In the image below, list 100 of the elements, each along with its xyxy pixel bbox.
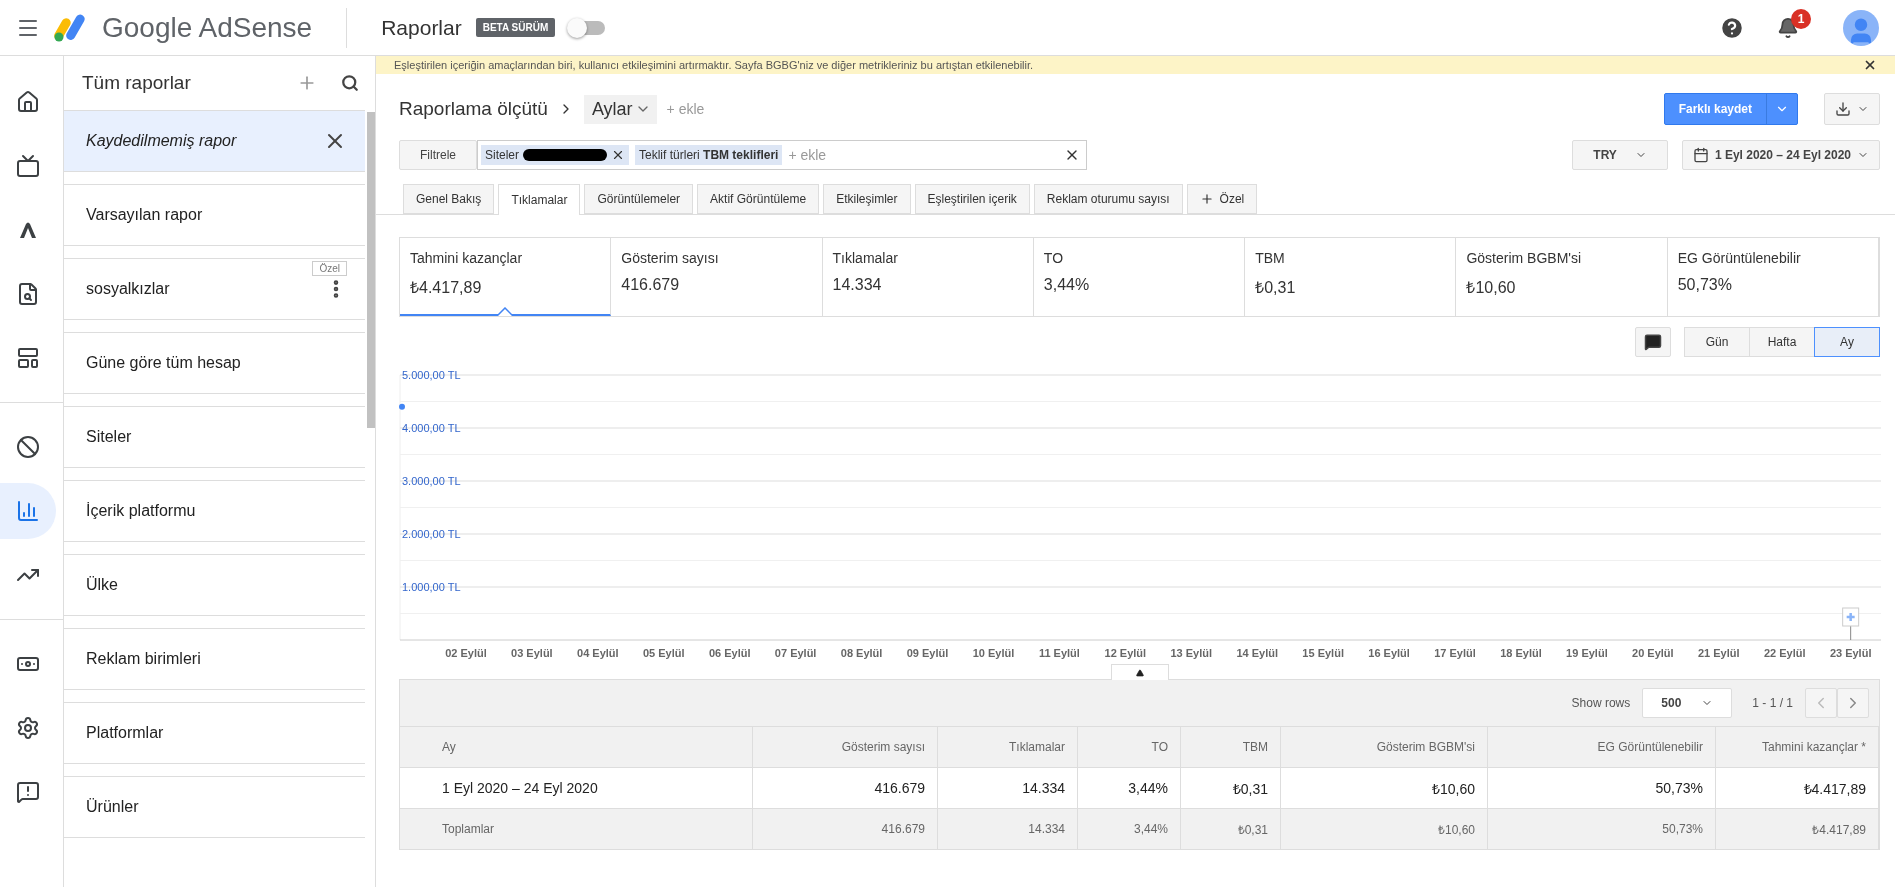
report-list-item[interactable]: Reklam birimleri [64,628,365,690]
report-tab[interactable]: Aktif Görüntüleme [697,184,820,214]
metric-value: 3,44% [1043,276,1091,294]
logo-icon [54,12,88,43]
metric-card[interactable]: TO 3,44% [1033,238,1246,316]
x-axis-label: 16 Eylül [1368,647,1410,659]
sidebar-title: Tüm raporlar [82,72,192,94]
download-icon [1835,101,1851,117]
x-axis-label: 18 Eylül [1500,647,1542,659]
x-axis-label: 09 Eylül [906,647,949,659]
granularity-button[interactable]: Gün [1684,327,1750,357]
metric-value: 50,73% [1677,276,1733,294]
report-tab[interactable]: Tıklamalar [498,184,581,215]
report-by-label: Raporlama ölçütü [399,98,548,120]
x-axis-label: 11 Eylül [1038,647,1080,659]
x-axis-label: 10 Eylül [972,647,1015,659]
screen-icon [16,154,40,178]
block-icon [16,435,40,459]
metric-value: ₺4.417,89 [410,278,483,298]
report-tab[interactable]: Reklam oturumu sayısı [1033,184,1183,214]
metric-label: TBM [1255,250,1286,266]
report-name: Siteler [86,428,133,446]
table-cell: 3,44% [1078,809,1181,849]
metric-label: Gösterim BGBM'si [1466,250,1583,266]
report-list-item[interactable]: Kaydedilmemiş rapor [64,110,365,172]
custom-tag: Özel [312,261,347,276]
metric-card[interactable]: TBM ₺0,31 [1245,238,1457,316]
table-cell: 14.334 [938,809,1078,849]
layout-icon [16,346,40,370]
close-icon[interactable] [1863,58,1877,72]
report-list-item[interactable]: Ülke [64,554,365,616]
filter-button[interactable]: Filtrele [399,140,477,170]
notifications-icon[interactable] [1777,16,1799,39]
metric-card[interactable]: EG Görüntülenebilir 50,73% [1667,238,1879,316]
report-list-item[interactable]: Varsayılan rapor [64,184,365,246]
pointer-icon [497,307,514,316]
nav-item[interactable] [0,483,56,539]
metric-card[interactable]: Gösterim BGBM'si ₺10,60 [1456,238,1668,316]
report-name: İçerik platformu [86,502,197,520]
x-axis-label: 19 Eylül [1566,647,1608,659]
x-axis-label: 17 Eylül [1434,647,1476,659]
x-axis-label: 04 Eylül [577,647,619,659]
filter-chip[interactable]: Siteler [481,145,630,165]
report-list-item[interactable]: sosyalkızlar Özel [64,258,365,320]
report-tab[interactable]: Özel [1186,184,1258,214]
x-axis-label: 15 Eylül [1302,647,1344,659]
y-axis-label: 2.000,00 TL [402,528,461,540]
metric-value: 14.334 [832,276,883,294]
report-list-item[interactable]: Güne göre tüm hesap [64,332,365,394]
beta-toggle[interactable] [569,20,606,35]
x-axis-label: 20 Eylül [1632,647,1674,659]
report-tab[interactable]: Görüntülemeler [584,184,694,214]
notification-count: 1 [1791,8,1811,29]
table-cell: ₺4.417,89 [1716,809,1879,849]
page-title: Raporlar [381,15,462,40]
x-axis-label: 13 Eylül [1170,647,1213,659]
report-name: Varsayılan rapor [86,206,204,224]
granularity-button[interactable]: Ay [1814,327,1880,357]
y-axis-label: 4.000,00 TL [402,422,461,434]
collapse-button[interactable] [1110,664,1169,680]
home-icon [16,90,40,114]
dimension-dropdown[interactable]: Aylar [583,94,657,124]
x-axis-label: 06 Eylül [708,647,751,659]
metric-card[interactable]: Tıklamalar 14.334 [822,238,1034,316]
table-cell: ₺0,31 [1181,809,1281,849]
x-axis-label: 05 Eylül [642,647,685,659]
metric-value: ₺0,31 [1255,278,1297,298]
date-range-dropdown[interactable]: 1 Eyl 2020 – 24 Eyl 2020 [1681,140,1880,170]
metric-card[interactable]: Tahmini kazançlar ₺4.417,89 [400,238,612,316]
report-list-item[interactable]: Platformlar [64,702,365,764]
product-name: Google AdSense [102,11,313,44]
scrollbar[interactable] [367,112,375,428]
currency-dropdown[interactable]: TRY [1572,140,1668,170]
report-list-item[interactable]: Siteler [64,406,365,468]
comment-button[interactable] [1635,327,1671,357]
x-axis-label: 08 Eylül [840,647,883,659]
x-axis-label: 22 Eylül [1763,647,1806,659]
metric-label: Gösterim sayısı [621,250,720,266]
report-name: sosyalkızlar [86,280,171,298]
annotation-marker-icon[interactable] [1842,607,1860,641]
comment-icon [1644,333,1662,351]
metric-label: EG Görüntülenebilir [1677,250,1802,266]
report-list-item[interactable]: Ürünler [64,776,365,838]
rows-per-page-dropdown[interactable]: 500 [1642,688,1733,718]
granularity-button[interactable]: Hafta [1749,327,1815,357]
download-button[interactable] [1824,93,1880,125]
search-icon[interactable] [341,74,359,92]
report-tab[interactable]: Genel Bakış [403,184,495,214]
metric-card[interactable]: Gösterim sayısı 416.679 [611,238,823,316]
show-rows-label: Show rows [1571,696,1631,710]
report-list-item[interactable]: İçerik platformu [64,480,365,542]
triangle-icon [1135,668,1144,677]
report-tab[interactable]: Eşleştirilen içerik [914,184,1030,214]
report-name: Güne göre tüm hesap [86,354,242,372]
avatar[interactable] [1843,9,1879,46]
metric-label: Tahmini kazançlar [410,250,524,266]
report-tab[interactable]: Etkileşimler [823,184,911,214]
y-axis-label: 3.000,00 TL [402,475,461,487]
beta-badge: BETA SÜRÜM [475,18,556,37]
x-axis-label: 12 Eylül [1104,647,1147,659]
